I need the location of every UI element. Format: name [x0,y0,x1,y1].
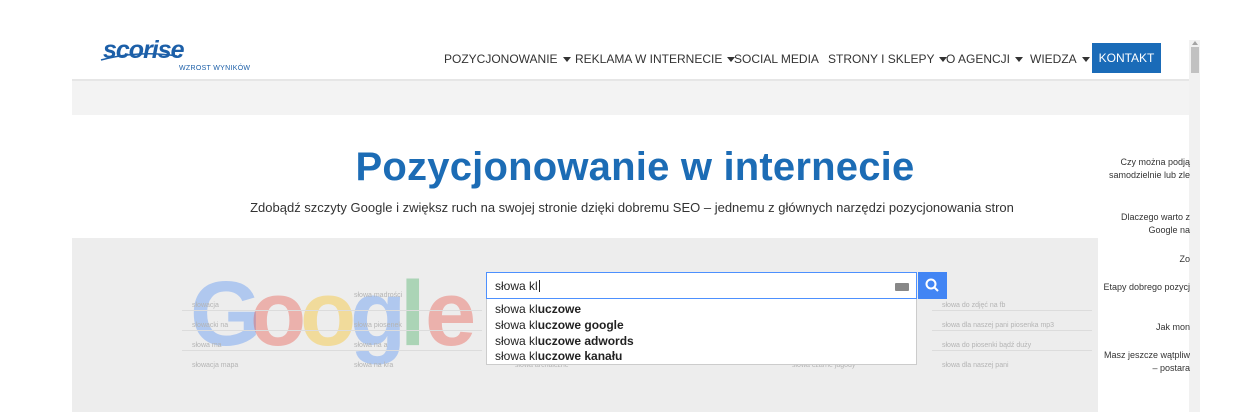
caret-down-icon [1081,57,1090,63]
suggestion-item[interactable]: słowa kluczowe adwords [495,334,634,348]
suggestion-completion: uczowe google [537,318,624,332]
suggestion-completion: uczowe [537,302,582,316]
toc-link-2[interactable]: Dlaczego warto z Google na [1121,211,1190,237]
suggestion-prefix: słowa kl [495,334,538,348]
nav-item-reklama[interactable]: REKLAMA W INTERNECIE [575,52,736,66]
suggestion-item[interactable]: słowa kluczowe kanału [495,349,622,363]
divider [932,350,1092,351]
suggestion-item[interactable]: słowa kluczowe [495,302,581,316]
nav-item-wiedza[interactable]: WIEDZA [1030,52,1090,66]
nav-label: POZYCJONOWANIE [444,52,558,66]
keyboard-icon[interactable] [895,283,909,291]
toc-text: – postara [1152,363,1190,373]
divider [932,330,1092,331]
toc-link-6[interactable]: Masz jeszcze wątpliw – postara [1104,349,1190,375]
bg-suggestion: słowa na a [354,342,388,349]
toc-text: Dlaczego warto z [1120,212,1190,222]
nav-label: WIEDZA [1030,52,1077,66]
search-query: słowa kl [495,279,540,293]
caret-down-icon [562,57,571,63]
text-cursor [538,280,540,292]
toc-link-5[interactable]: Jak mon [1156,321,1190,334]
scroll-up-arrow-icon[interactable] [1192,41,1198,45]
suggestion-dropdown: słowa kluczowe słowa kluczowe google sło… [486,299,917,365]
nav-item-pozycjonowanie[interactable]: POZYCJONOWANIE [444,52,571,66]
suggestion-prefix: słowa kl [495,318,538,332]
bg-suggestion: słowa ma [192,342,222,349]
bg-suggestion: słowa dla naszej pani [942,362,1009,369]
site-header: scorise WZROST WYNIKÓW POZYCJONOWANIE RE… [0,0,1240,80]
toc-link-3[interactable]: Zo [1179,253,1190,266]
page-subtitle: Zdobądź szczyty Google i zwiększ ruch na… [250,200,1014,215]
kontakt-button[interactable]: KONTAKT [1092,43,1161,73]
bg-suggestion: słowa piosenek [354,322,402,329]
caret-down-icon [1015,57,1024,63]
google-logo-letter: e [425,263,477,365]
nav-label: SOCIAL MEDIA [734,52,819,66]
nav-item-strony[interactable]: STRONY I SKLEPY [828,52,948,66]
nav-item-social-media[interactable]: SOCIAL MEDIA [734,52,819,66]
bg-suggestion: słowa na kra [354,362,394,369]
bg-suggestion: słowacki na [192,322,229,329]
search-input[interactable]: słowa kl [486,272,917,299]
google-logo-letter: o [250,263,307,365]
google-logo-letter: l [400,263,426,365]
bg-suggestion: słowa dla naszej pani piosenka mp3 [942,322,1055,329]
page-title: Pozycjonowanie w internecie [355,145,915,189]
scorise-logo[interactable]: scorise WZROST WYNIKÓW [100,38,250,72]
toc-text: Czy można podją [1120,157,1190,167]
bg-suggestion: słowacja [192,302,219,309]
nav-label: REKLAMA W INTERNECIE [575,52,723,66]
suggestion-item[interactable]: słowa kluczowe google [495,318,624,332]
logo-swoosh-icon [100,53,178,61]
nav-label: O AGENCJI [946,52,1011,66]
toc-text: Masz jeszcze wątpliw [1103,350,1190,360]
toc-link-1[interactable]: Czy można podją samodzielnie lub zle [1109,156,1190,182]
bg-suggestion: słowa madrości [354,292,403,299]
divider [182,310,482,311]
logo-tagline: WZROST WYNIKÓW [179,65,251,72]
suggestion-completion: uczowe kanału [537,349,623,363]
suggestion-prefix: słowa kl [495,302,538,316]
toc-text: Google na [1148,225,1190,235]
bg-suggestion: słowa do piosenki bądź duży [942,342,1032,349]
google-logo-letter: o [300,263,357,365]
vertical-scrollbar[interactable] [1189,40,1200,412]
scrollbar-thumb[interactable] [1191,47,1199,73]
divider [182,330,482,331]
query-text: słowa kl [495,279,538,293]
nav-label: STRONY I SKLEPY [828,52,935,66]
toc-link-4[interactable]: Etapy dobrego pozycj [1103,281,1190,294]
bg-suggestion: słowacja mapa [192,362,239,369]
bg-suggestion: słowa do zdjęć na fb [942,302,1006,309]
divider [182,350,482,351]
nav-item-o-agencji[interactable]: O AGENCJI [946,52,1024,66]
suggestion-prefix: słowa kl [495,349,538,363]
divider [932,310,1092,311]
search-icon [925,278,939,292]
suggestion-completion: uczowe adwords [537,334,634,348]
toc-text: samodzielnie lub zle [1108,170,1190,180]
breadcrumb-bar [72,81,1189,115]
search-button[interactable] [918,272,947,299]
